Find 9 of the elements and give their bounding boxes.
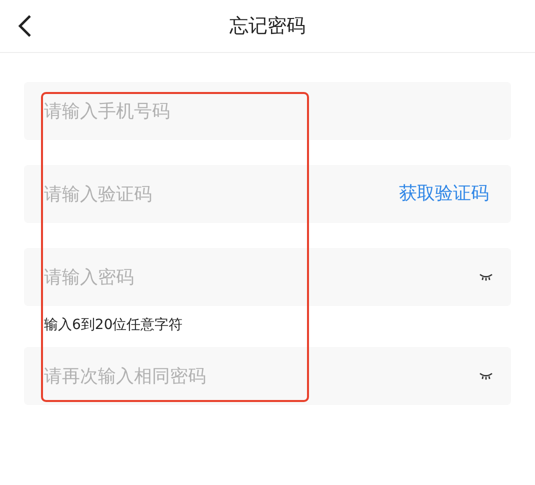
eye-closed-icon[interactable] [479, 372, 493, 380]
page-title: 忘记密码 [230, 14, 306, 39]
password-hint: 输入6到20位任意字符 [43, 316, 184, 335]
get-code-link[interactable]: 获取验证码 [399, 181, 489, 205]
input-field[interactable]: 请输入密码 [24, 248, 511, 306]
input-field[interactable]: 请输入手机号码 [24, 82, 511, 140]
back-icon [18, 14, 32, 38]
eye-closed-icon[interactable] [479, 273, 493, 281]
input-field[interactable]: 请再次输入相同密码 [24, 347, 511, 405]
